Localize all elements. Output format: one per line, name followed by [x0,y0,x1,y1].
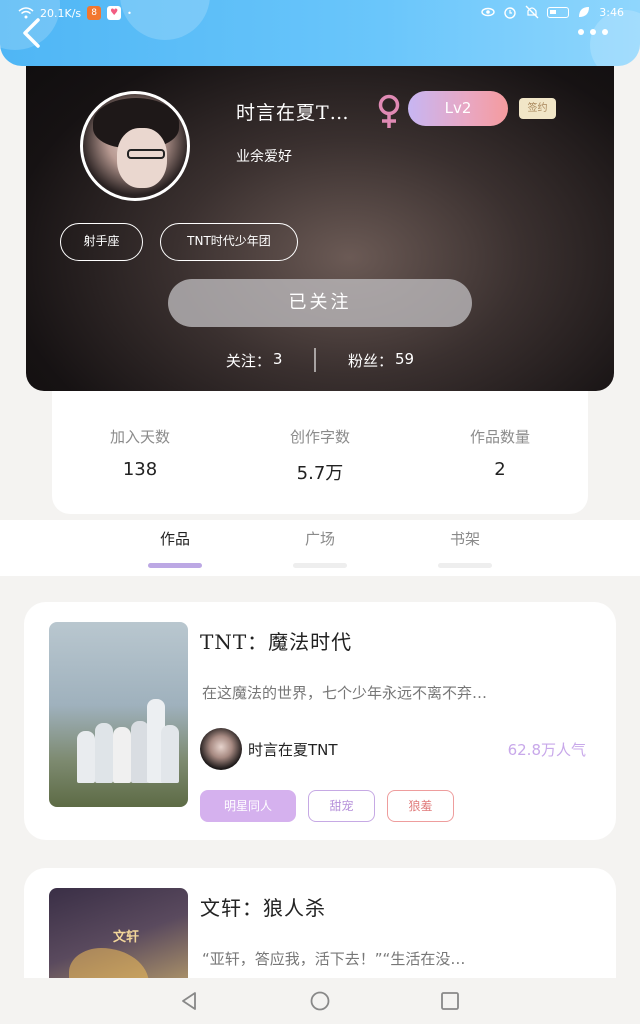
top-header: 20.1K/s 8 ♥ • 3:46 [0,0,640,66]
follow-stats: 关注： 3 粉丝： 59 [26,345,614,375]
fans-count: 59 [394,349,415,368]
more-dots-icon [602,29,608,35]
tab-label: 书架 [449,530,480,548]
circle-home-icon [310,991,330,1011]
stat-label: 创作字数 [289,428,350,446]
tab-bookshelf[interactable]: 书架 [435,528,495,568]
tab-works[interactable]: 作品 [145,528,205,568]
follow-button[interactable]: 已关注 [168,279,472,327]
status-bar-right: 3:46 [481,5,624,19]
tab-indicator [148,563,202,568]
popularity-count: 62.8万人气 [507,741,586,759]
bio-text: 业余爱好 [236,149,292,165]
stat-label: 作品数量 [469,428,530,446]
tab-indicator [438,563,492,568]
avatar[interactable] [80,91,190,201]
square-recent-icon [441,992,459,1010]
nav-home-button[interactable] [309,990,331,1012]
more-dots-icon [590,29,596,35]
level-badge: Lv2 [408,91,508,126]
back-button[interactable] [18,16,48,50]
profile-card: 时言在夏T… Lv2 签约 业余爱好 射手座 TNT时代少年团 已关注 关注： … [26,40,614,391]
header-decoration [120,0,210,40]
cover-figure [95,723,113,783]
stat-word-count: 创作字数 5.7万 [250,426,390,485]
cover-figure [77,731,95,783]
author-row[interactable]: 时言在夏TNT [200,728,338,770]
tab-square[interactable]: 广场 [290,528,350,568]
tab-label: 广场 [304,530,335,548]
work-tags: 明星同人 甜宠 狼羞 [200,790,454,822]
work-title: 文轩：狼人杀 [200,896,326,920]
stat-value: 2 [494,459,506,480]
tab-label: 作品 [159,530,190,548]
nav-recent-button[interactable] [439,990,461,1012]
chevron-left-icon [23,18,40,48]
profile-tag[interactable]: TNT时代少年团 [160,223,298,261]
system-nav-bar [0,978,640,1024]
cover-figure [113,727,131,783]
cover-figure [161,725,179,783]
work-title: TNT：魔法时代 [200,630,353,654]
work-description: 在这魔法的世界，七个少年永远不离不弃… [202,684,488,702]
nav-back-button[interactable] [178,990,200,1012]
author-avatar [200,728,242,770]
following-count: 3 [272,349,283,368]
avatar-glasses [127,149,165,159]
leaf-icon [577,5,591,19]
eye-icon [481,5,495,19]
tabs-bar: 作品 广场 书架 [0,520,640,576]
following-stat[interactable]: 关注： 3 [226,350,283,371]
stats-card: 加入天数 138 创作字数 5.7万 作品数量 2 [52,380,588,514]
work-tag[interactable]: 甜宠 [308,790,375,822]
fans-stat[interactable]: 粉丝： 59 [348,350,414,371]
dot-icon: • [127,8,132,18]
alarm-icon [503,5,517,19]
battery-icon [547,6,570,18]
clock-time: 3:46 [599,5,624,19]
tab-indicator [293,563,347,568]
stat-label: 加入天数 [109,428,170,446]
app-notification-icon: 8 [87,6,102,20]
app-notification-icon: ♥ [107,6,122,20]
more-button[interactable] [578,22,612,42]
work-tag[interactable]: 狼羞 [387,790,454,822]
more-dots-icon [578,29,584,35]
following-label: 关注： [225,351,271,370]
stat-works-count: 作品数量 2 [430,426,570,480]
signed-badge: 签约 [519,98,556,119]
stat-value: 138 [122,459,158,480]
divider [314,348,316,372]
username: 时言在夏T… [236,102,350,124]
mute-bell-icon [525,5,539,19]
profile-tag[interactable]: 射手座 [60,223,143,261]
triangle-back-icon [182,992,196,1010]
fans-label: 粉丝： [347,351,393,370]
female-icon [376,94,402,130]
work-tag[interactable]: 明星同人 [200,790,296,822]
author-name: 时言在夏TNT [248,740,338,759]
work-description: “亚轩，答应我，活下去！”“生活在没… [202,950,466,968]
stat-value: 5.7万 [296,463,344,484]
work-cover-image[interactable] [49,622,188,807]
work-card[interactable]: TNT：魔法时代 在这魔法的世界，七个少年永远不离不弃… 时言在夏TNT 62.… [24,602,616,840]
stat-join-days: 加入天数 138 [70,426,210,480]
